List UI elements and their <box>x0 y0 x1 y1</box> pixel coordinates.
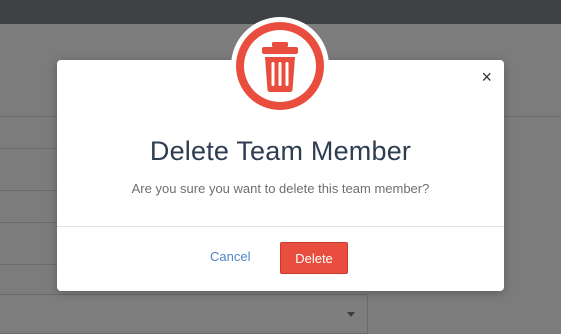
background-divider <box>0 222 57 223</box>
close-icon[interactable]: × <box>481 68 492 86</box>
dialog-title: Delete Team Member <box>149 136 412 166</box>
background-divider <box>0 148 57 149</box>
icon-badge <box>236 22 324 110</box>
icon-badge-inner <box>244 30 316 102</box>
background-select[interactable] <box>0 294 368 334</box>
background-divider <box>0 264 57 265</box>
dialog-message: Are you sure you want to delete this tea… <box>131 181 430 196</box>
background-divider <box>0 116 57 117</box>
dialog-divider <box>57 226 504 227</box>
trash-icon <box>262 42 298 92</box>
background-divider <box>0 190 57 191</box>
cancel-button[interactable]: Cancel <box>210 249 250 264</box>
delete-button[interactable]: Delete <box>280 242 348 274</box>
background-divider <box>504 116 561 117</box>
chevron-down-icon <box>347 312 355 317</box>
